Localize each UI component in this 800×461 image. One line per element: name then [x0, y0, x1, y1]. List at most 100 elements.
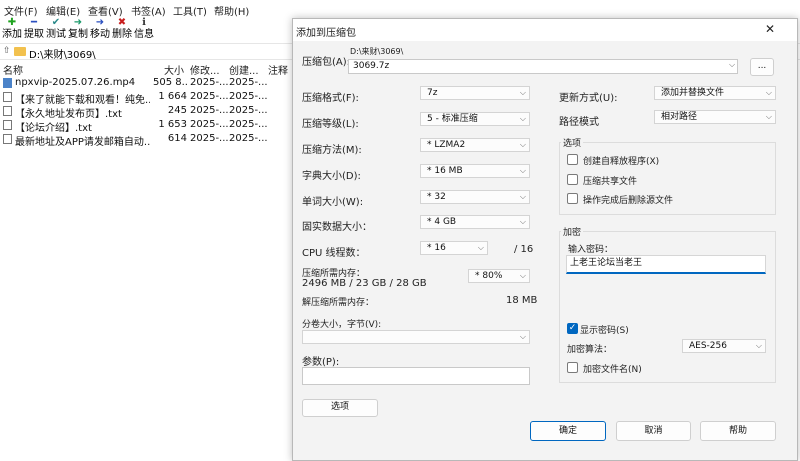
dictionary-label: 字典大小(D): [302, 171, 361, 182]
password-input[interactable]: 上老王论坛当老王 [566, 255, 766, 274]
delete-icon: ✖ [117, 17, 127, 28]
shared-files-label: 压缩共享文件 [583, 177, 638, 187]
decompress-memory-value: 18 MB [506, 295, 538, 306]
file-row[interactable]: 【论坛介绍】.txt 1 653 2025-... 2025-... [0, 119, 295, 134]
options-group-title: 选项 [561, 136, 584, 149]
up-folder-icon[interactable]: ⇧ [3, 46, 11, 56]
text-file-icon [3, 134, 12, 144]
video-file-icon [3, 78, 12, 88]
params-input[interactable] [302, 367, 530, 385]
file-size: 1 664 [158, 91, 187, 102]
cpu-threads-label: CPU 线程数： [302, 248, 366, 259]
chevron-down-icon: ⌵ [519, 332, 526, 341]
level-label: 压缩等级(L): [302, 119, 359, 130]
add-button[interactable]: ✚ 添加 [0, 17, 24, 43]
params-label: 参数(P): [302, 357, 340, 368]
add-icon: ✚ [7, 17, 17, 28]
path-mode-select[interactable]: 相对路径 ⌵ [654, 110, 776, 124]
update-mode-select[interactable]: 添加并替换文件 ⌵ [654, 86, 776, 100]
path-mode-label: 路径模式 [559, 117, 599, 128]
delete-after-checkbox[interactable] [567, 193, 578, 204]
solid-size-select[interactable]: * 4 GB ⌵ [420, 215, 530, 229]
delete-button[interactable]: ✖ 删除 [110, 17, 134, 43]
extract-button[interactable]: ━ 提取 [22, 17, 46, 43]
help-button[interactable]: 帮助 [700, 421, 776, 441]
ok-button[interactable]: 确定 [530, 421, 606, 441]
chevron-down-icon: ⌵ [519, 271, 526, 280]
file-name: 最新地址及APP请发邮箱自动... [15, 137, 150, 148]
file-row[interactable]: npxvip-2025.07.26.mp4 505 8... 2025-... … [0, 77, 295, 90]
format-label: 压缩格式(F): [302, 93, 359, 104]
browse-button[interactable]: ... [750, 58, 774, 76]
word-size-select[interactable]: * 32 ⌵ [420, 190, 530, 204]
test-button[interactable]: ✔ 测试 [44, 17, 68, 43]
address-path: D:\来财\3069\ [29, 50, 96, 61]
cpu-threads-total: / 16 [514, 244, 534, 255]
memory-percent-select[interactable]: * 80% ⌵ [468, 269, 530, 283]
file-name: 【永久地址发布页】.txt [15, 109, 122, 120]
format-select[interactable]: 7z ⌵ [420, 86, 530, 100]
info-icon: ℹ [142, 17, 146, 28]
copy-button[interactable]: ➜ 复制 [66, 17, 90, 43]
file-name: npxvip-2025.07.26.mp4 [15, 77, 136, 88]
file-name: 【来了就能下载和观看！纯免... [15, 95, 150, 106]
file-created: 2025-... [229, 119, 267, 130]
menu-view[interactable]: 查看(V) [88, 3, 123, 18]
move-icon: ➜ [95, 17, 105, 28]
dialog-titlebar: 添加到压缩包 ✕ [293, 19, 797, 41]
extract-icon: ━ [30, 17, 38, 28]
menu-edit[interactable]: 编辑(E) [46, 3, 80, 18]
password-label: 输入密码： [568, 245, 614, 255]
info-button[interactable]: ℹ 信息 [132, 17, 156, 43]
file-row[interactable]: 【永久地址发布页】.txt 245 2025-... 2025-... [0, 105, 295, 120]
chevron-down-icon: ⌵ [765, 112, 772, 121]
cpu-threads-select[interactable]: * 16 ⌵ [420, 241, 488, 255]
archive-label: 压缩包(A): [302, 57, 351, 68]
encrypt-names-checkbox[interactable] [567, 362, 578, 373]
file-row[interactable]: 【来了就能下载和观看！纯免... 1 664 2025-... 2025-... [0, 91, 295, 106]
dictionary-select[interactable]: * 16 MB ⌵ [420, 164, 530, 178]
menu-file[interactable]: 文件(F) [4, 3, 38, 18]
encryption-method-select[interactable]: AES-256 ⌵ [682, 339, 766, 353]
col-size[interactable]: 大小 [164, 62, 184, 77]
chevron-down-icon[interactable]: ⌵ [729, 60, 735, 70]
method-select[interactable]: * LZMA2 ⌵ [420, 138, 530, 152]
chevron-down-icon: ⌵ [755, 341, 762, 350]
file-modified: 2025-... [190, 133, 228, 144]
file-created: 2025-... [229, 133, 267, 144]
decompress-memory-label: 解压缩所需内存： [302, 298, 375, 308]
word-size-label: 单词大小(W): [302, 197, 364, 208]
menu-help[interactable]: 帮助(H) [214, 3, 249, 18]
method-label: 压缩方法(M): [302, 145, 362, 156]
file-size: 614 [167, 133, 187, 144]
sfx-checkbox[interactable] [567, 154, 578, 165]
close-icon[interactable]: ✕ [765, 22, 775, 36]
shared-files-checkbox[interactable] [567, 174, 578, 185]
show-password-checkbox[interactable]: ✓ [567, 323, 578, 334]
options-button[interactable]: 选项 [302, 399, 378, 417]
dialog-title: 添加到压缩包 [296, 28, 356, 39]
encryption-method-label: 加密算法： [567, 345, 613, 355]
col-comment[interactable]: 注释 [268, 62, 288, 77]
split-size-label: 分卷大小，字节(V): [302, 320, 382, 330]
menu-tools[interactable]: 工具(T) [173, 3, 207, 18]
file-modified: 2025-... [190, 77, 228, 88]
file-created: 2025-... [229, 105, 267, 116]
col-modified[interactable]: 修改... [190, 62, 220, 77]
menu-bookmarks[interactable]: 书签(A) [131, 3, 166, 18]
split-size-select[interactable]: ⌵ [302, 330, 530, 344]
file-created: 2025-... [229, 77, 267, 88]
archive-name-input[interactable]: 3069.7z [348, 59, 738, 74]
menu-bar: 文件(F) 编辑(E) 查看(V) 书签(A) 工具(T) 帮助(H) [0, 0, 800, 18]
copy-icon: ➜ [73, 17, 83, 28]
show-password-label: 显示密码(S) [580, 326, 629, 336]
cancel-button[interactable]: 取消 [616, 421, 691, 441]
chevron-down-icon: ⌵ [765, 88, 772, 97]
move-button[interactable]: ➜ 移动 [88, 17, 112, 43]
file-row[interactable]: 最新地址及APP请发邮箱自动... 614 2025-... 2025-... [0, 133, 295, 148]
file-size: 245 [167, 105, 187, 116]
col-created[interactable]: 创建... [229, 62, 259, 77]
col-name[interactable]: 名称 [3, 62, 23, 77]
text-file-icon [3, 106, 12, 116]
level-select[interactable]: 5 - 标准压缩 ⌵ [420, 112, 530, 126]
